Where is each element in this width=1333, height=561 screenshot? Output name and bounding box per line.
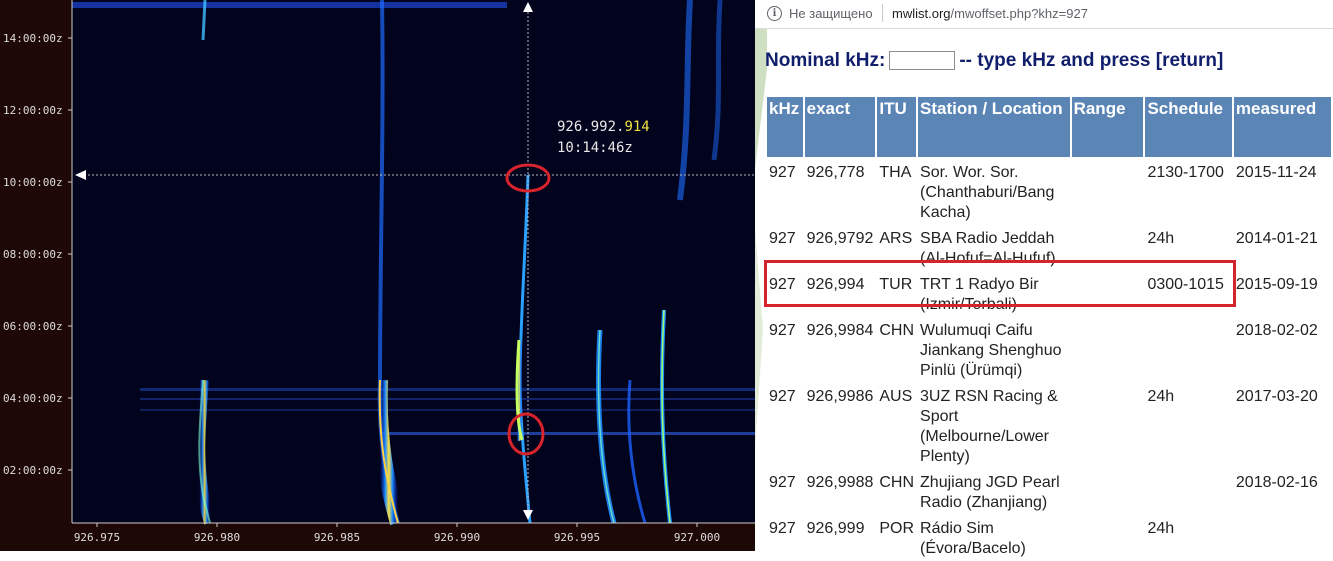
cell-khz: 927	[769, 164, 796, 181]
frequency-tick-label: 926.975	[74, 531, 120, 544]
header-station[interactable]: Station / Location	[918, 97, 1070, 157]
cell-measured: 2018-02-16	[1235, 474, 1318, 491]
cell-measured: 2015-09-19	[1235, 276, 1318, 293]
cell-measured	[1234, 515, 1331, 559]
nominal-label: Nominal kHz:	[765, 50, 886, 71]
header-itu[interactable]: ITU	[877, 97, 917, 157]
cell-schedule	[1145, 317, 1231, 381]
cell-exact: 926,778	[806, 164, 865, 181]
cell-measured: 2015-11-24	[1235, 164, 1317, 181]
spectrogram-panel[interactable]: 926.992.914 10:14:46z 14:00:00z 12:00:00z…	[0, 0, 755, 551]
cell-itu: POR	[879, 520, 915, 537]
cell-range	[1072, 317, 1144, 381]
time-tick-label: 02:00:00z	[3, 464, 63, 477]
cell-station: Rádio Sim (Évora/Bacelo)	[920, 520, 1026, 557]
cursor-frequency-readout: 926.992.914	[557, 119, 650, 135]
cell-itu: THA	[879, 164, 912, 181]
header-exact[interactable]: exact	[804, 97, 876, 157]
cell-exact: 926,999	[806, 520, 865, 537]
time-tick-label: 14:00:00z	[3, 32, 63, 45]
frequency-tick-label: 926.985	[314, 531, 360, 544]
plot-area[interactable]	[72, 0, 755, 523]
cell-khz: 927	[769, 322, 796, 339]
cell-station: 3UZ RSN Racing & Sport (Melbourne/Lower …	[920, 388, 1058, 465]
table-row[interactable]: 927 926,9984 CHN Wulumuqi Caifu Jiankang Sh…	[767, 317, 1331, 381]
header-range[interactable]: Range	[1071, 97, 1144, 157]
stations-table: kHz exact ITU Station / Location Range S…	[765, 95, 1333, 561]
cell-range	[1072, 159, 1144, 223]
header-schedule[interactable]: Schedule	[1145, 97, 1232, 157]
table-row[interactable]: 927 926,9988 CHN Zhujiang JGD Pearl Radio (…	[767, 469, 1331, 513]
spectrogram-svg[interactable]: 926.992.914 10:14:46z 14:00:00z 12:00:00z…	[0, 0, 755, 551]
header-khz[interactable]: kHz	[767, 97, 803, 157]
nominal-khz-input[interactable]	[889, 51, 956, 71]
table-row[interactable]: 927 926,999 POR Rádio Sim (Évora/Bacelo) 24h	[767, 515, 1331, 559]
cell-schedule: 24h	[1147, 520, 1175, 537]
info-icon[interactable]: i	[767, 6, 782, 21]
cell-schedule	[1145, 469, 1231, 513]
cell-measured: 2018-02-02	[1235, 322, 1318, 339]
time-tick-label: 10:00:00z	[3, 176, 63, 189]
cell-khz: 927	[769, 474, 796, 491]
cursor-time-readout: 10:14:46z	[557, 140, 633, 156]
time-tick-label: 12:00:00z	[3, 104, 63, 117]
highlight-box	[764, 260, 1236, 307]
cell-khz: 927	[769, 520, 796, 537]
time-tick-label: 04:00:00z	[3, 392, 63, 405]
address-separator	[882, 4, 883, 22]
cell-measured: 2017-03-20	[1235, 388, 1318, 405]
table-row[interactable]: 927 926,778 THA Sor. Wor. Sor. (Chanthaburi…	[767, 159, 1331, 223]
cell-itu: AUS	[879, 388, 913, 405]
time-axis-labels: 14:00:00z 12:00:00z 10:00:00z 08:00:00z 06:0…	[3, 32, 72, 477]
cell-station: Sor. Wor. Sor. (Chanthaburi/Bang Kacha)	[920, 164, 1055, 221]
frequency-axis-labels: 926.975 926.980 926.985 926.990 926.995 927.0…	[74, 523, 720, 544]
table-row[interactable]: 927 926,9986 AUS 3UZ RSN Racing & Sport (Me…	[767, 383, 1331, 467]
frequency-tick-label: 926.980	[194, 531, 240, 544]
frequency-tick-label: 927.000	[674, 531, 720, 544]
table-body: 927 926,778 THA Sor. Wor. Sor. (Chanthaburi…	[767, 159, 1331, 559]
time-tick-label: 06:00:00z	[3, 320, 63, 333]
frequency-tick-label: 926.995	[554, 531, 600, 544]
address-bar[interactable]: i Не защищено mwlist.org/mwoffset.php?kh…	[755, 0, 1333, 29]
cell-itu: CHN	[879, 474, 915, 491]
cell-exact: 926,9984	[806, 322, 874, 339]
header-measured[interactable]: measured	[1233, 97, 1331, 157]
cell-khz: 927	[769, 388, 796, 405]
cell-itu: CHN	[879, 322, 915, 339]
cell-range	[1072, 383, 1144, 467]
cell-exact: 926,9988	[806, 474, 874, 491]
cell-exact: 926,9986	[806, 388, 874, 405]
frequency-tick-label: 926.990	[434, 531, 480, 544]
cell-station: Zhujiang JGD Pearl Radio (Zhanjiang)	[920, 474, 1060, 511]
table-header-row: kHz exact ITU Station / Location Range S…	[767, 97, 1331, 157]
cell-measured: 2014-01-21	[1235, 230, 1318, 247]
time-tick-label: 08:00:00z	[3, 248, 63, 261]
cell-schedule: 24h	[1147, 388, 1175, 405]
nominal-hint: -- type kHz and press [return]	[959, 50, 1224, 71]
cell-range	[1072, 515, 1144, 559]
cell-station: Wulumuqi Caifu Jiankang Shenghuo Pinlü (…	[920, 322, 1062, 379]
nominal-khz-form: Nominal kHz: -- type kHz and press [retur…	[765, 50, 1223, 72]
url-text[interactable]: mwlist.org/mwoffset.php?khz=927	[892, 6, 1088, 21]
security-status[interactable]: Не защищено	[789, 6, 873, 21]
cell-schedule: 2130-1700	[1147, 164, 1224, 181]
cell-range	[1072, 469, 1144, 513]
